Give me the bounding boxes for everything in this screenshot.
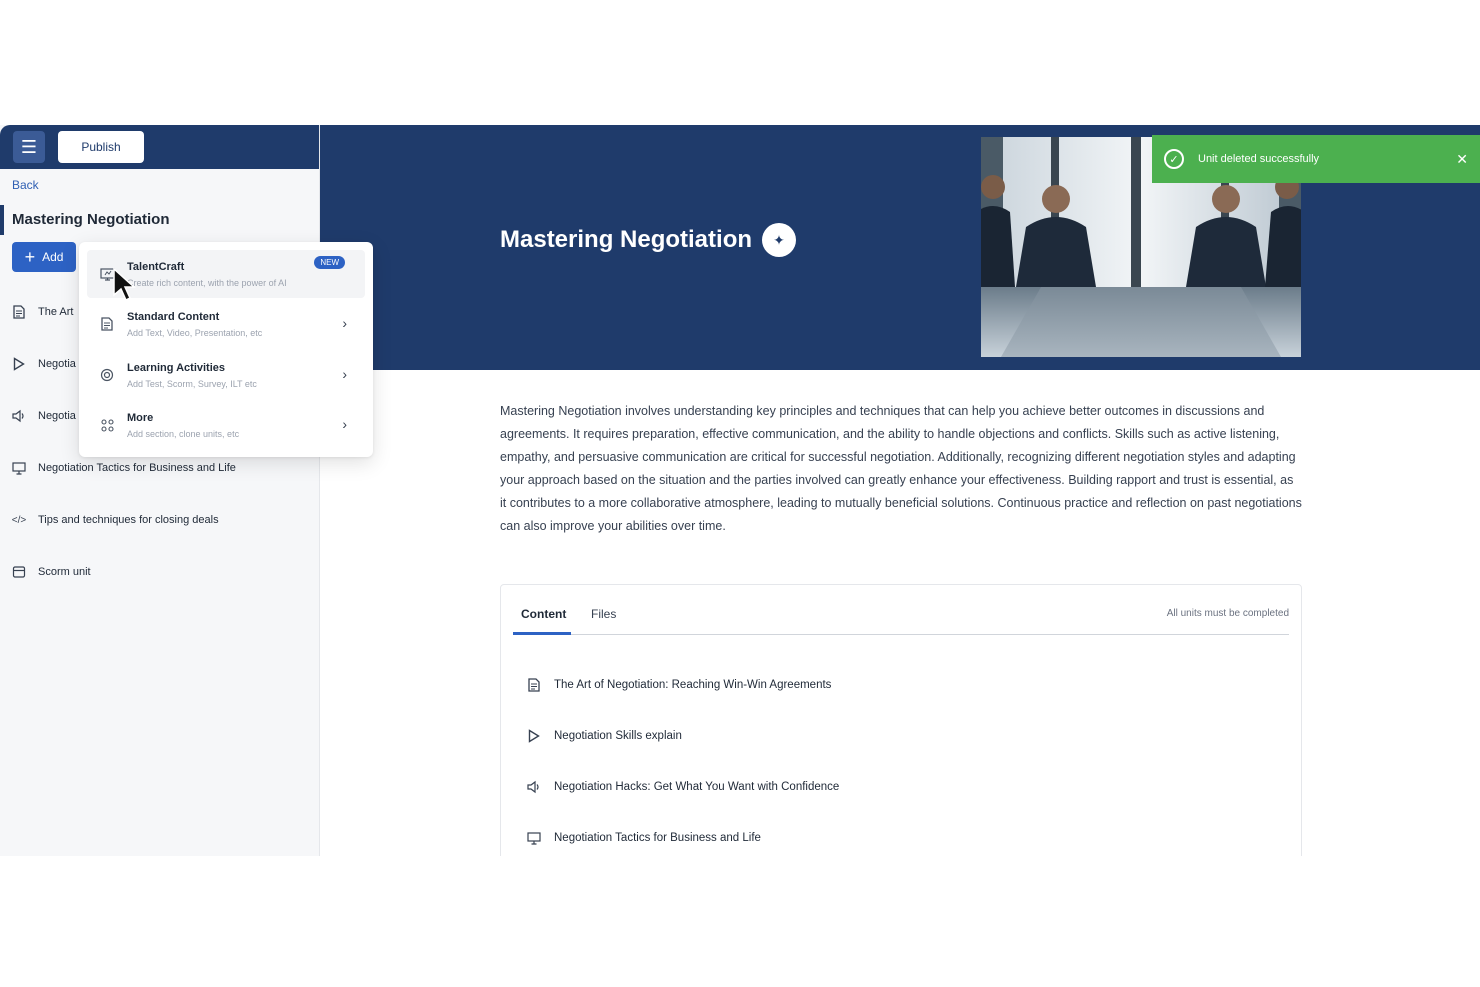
check-circle-icon: ✓ (1164, 149, 1184, 169)
sidebar-item-label: Scorm unit (38, 566, 91, 578)
document-icon (527, 678, 541, 692)
content-item-label: Negotiation Skills explain (554, 730, 682, 742)
content-item-negotiation-hacks[interactable]: Negotiation Hacks: Get What You Want wit… (527, 780, 839, 794)
add-button-label: Add (42, 250, 64, 264)
content-item-art-of-negotiation[interactable]: The Art of Negotiation: Reaching Win-Win… (527, 678, 831, 692)
sidebar-item-negotiation-tactics[interactable]: Negotiation Tactics for Business and Lif… (12, 461, 236, 475)
content-item-label: The Art of Negotiation: Reaching Win-Win… (554, 679, 832, 691)
content-item-negotiation-skills[interactable]: Negotiation Skills explain (527, 729, 682, 743)
target-icon (99, 367, 115, 383)
completion-note: All units must be completed (1166, 608, 1289, 619)
mouse-cursor-icon (112, 267, 136, 303)
course-title: Mastering Negotiation (12, 211, 170, 228)
active-tab-indicator (513, 632, 571, 635)
tab-content[interactable]: Content (521, 607, 566, 621)
title-accent (0, 205, 4, 235)
menu-item-subtitle: Create rich content, with the power of A… (127, 277, 287, 288)
menu-item-title: TalentCraft (127, 260, 185, 273)
sidebar-item-label: Negotia (38, 358, 76, 370)
grid-icon (99, 417, 115, 433)
sidebar-item-label: Negotia (38, 410, 76, 422)
package-icon (12, 565, 26, 579)
content-item-label: Negotiation Tactics for Business and Lif… (554, 832, 761, 844)
menu-item-standard-content[interactable]: Standard Content Add Text, Video, Presen… (87, 300, 365, 348)
speaker-icon (527, 780, 541, 794)
speaker-icon (12, 409, 26, 423)
sidebar-item-label: Negotiation Tactics for Business and Lif… (38, 462, 236, 474)
new-badge: NEW (314, 256, 345, 269)
content-tabs: Content Files All units must be complete… (513, 585, 1289, 635)
close-icon[interactable]: ✕ (1456, 151, 1468, 168)
toast-message: Unit deleted successfully (1198, 153, 1320, 165)
menu-item-more[interactable]: More Add section, clone units, etc › (87, 401, 365, 449)
menu-item-title: Learning Activities (127, 361, 226, 374)
sidebar-item-negotiation-skills[interactable]: Negotia (12, 357, 76, 371)
menu-item-subtitle: Add section, clone units, etc (127, 428, 240, 439)
sidebar: ☰ Publish Back Mastering Negotiation + A… (0, 125, 320, 856)
content-item-label: Negotiation Hacks: Get What You Want wit… (554, 781, 840, 793)
menu-item-subtitle: Add Test, Scorm, Survey, ILT etc (127, 378, 257, 389)
play-icon (527, 729, 541, 743)
code-icon: </> (11, 514, 27, 526)
plus-icon: + (24, 247, 36, 267)
play-icon (12, 357, 26, 371)
back-link[interactable]: Back (12, 178, 39, 192)
menu-button[interactable]: ☰ (13, 131, 45, 163)
document-icon (99, 316, 115, 332)
menu-icon: ☰ (20, 136, 38, 157)
sidebar-toolbar: ☰ Publish (0, 125, 319, 169)
sidebar-item-the-art[interactable]: The Art (12, 305, 73, 319)
success-toast: ✓ Unit deleted successfully ✕ (1152, 135, 1480, 183)
tab-files[interactable]: Files (591, 607, 616, 621)
menu-item-learning-activities[interactable]: Learning Activities Add Test, Scorm, Sur… (87, 351, 365, 399)
content-item-negotiation-tactics[interactable]: Negotiation Tactics for Business and Lif… (527, 831, 761, 845)
content-card: Content Files All units must be complete… (500, 584, 1302, 856)
course-editor: ☰ Publish Back Mastering Negotiation + A… (0, 125, 1480, 856)
add-button[interactable]: + Add (12, 242, 76, 272)
sidebar-item-label: Tips and techniques for closing deals (38, 514, 219, 526)
sidebar-item-label: The Art (38, 306, 74, 318)
chevron-right-icon: › (342, 366, 347, 382)
hero-title-text: Mastering Negotiation (500, 226, 753, 253)
document-icon (12, 305, 26, 319)
presentation-icon (527, 831, 541, 845)
hero-title: Mastering Negotiation ✦ (500, 223, 797, 257)
sidebar-item-negotiation-hacks[interactable]: Negotia (12, 409, 76, 423)
menu-item-title: Standard Content (127, 310, 220, 323)
menu-item-subtitle: Add Text, Video, Presentation, etc (127, 327, 263, 338)
chevron-right-icon: › (342, 416, 347, 432)
menu-item-title: More (127, 411, 154, 424)
sidebar-item-scorm-unit[interactable]: Scorm unit (12, 565, 91, 579)
ai-sparkle-button[interactable]: ✦ (762, 223, 797, 257)
course-description: Mastering Negotiation involves understan… (500, 404, 1302, 533)
chevron-right-icon: › (342, 315, 347, 331)
sidebar-item-tips-closing[interactable]: </> Tips and techniques for closing deal… (12, 513, 219, 527)
presentation-icon (12, 461, 26, 475)
publish-button[interactable]: Publish (58, 131, 144, 163)
